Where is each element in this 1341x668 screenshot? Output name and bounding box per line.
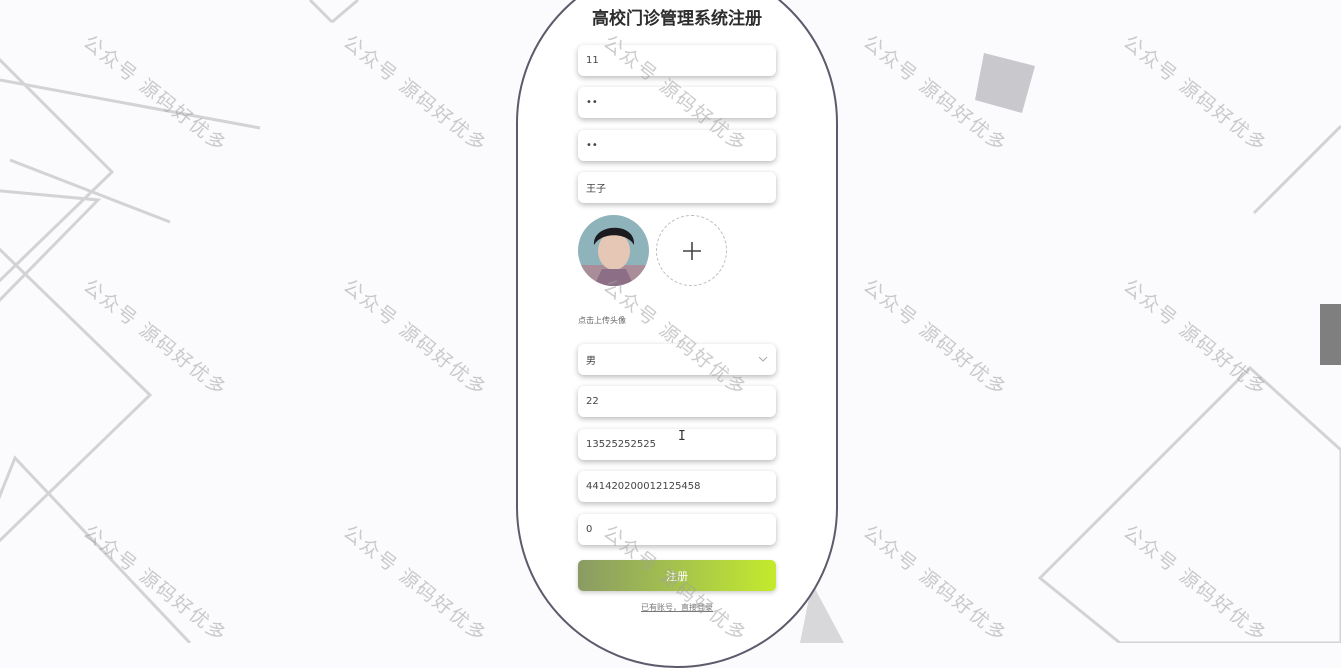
avatar[interactable] xyxy=(578,215,649,286)
name-field[interactable] xyxy=(578,172,776,203)
last-field[interactable] xyxy=(578,514,776,545)
id-card-input[interactable] xyxy=(586,481,768,492)
register-button[interactable]: 注册 xyxy=(578,560,776,591)
phone-field[interactable] xyxy=(578,429,776,460)
confirm-password-input[interactable] xyxy=(586,140,768,151)
password-field[interactable] xyxy=(578,87,776,118)
gender-select[interactable]: 男 xyxy=(578,344,776,375)
avatar-image xyxy=(578,215,649,286)
age-input[interactable] xyxy=(586,396,768,407)
chevron-down-icon xyxy=(758,354,768,365)
upload-hint: 点击上传头像 xyxy=(578,316,626,325)
page-title: 高校门诊管理系统注册 xyxy=(592,9,762,29)
account-field[interactable] xyxy=(578,45,776,76)
last-input[interactable] xyxy=(586,524,768,535)
login-link[interactable]: 已有账号，直接登录 xyxy=(578,602,776,613)
scroll-handle[interactable] xyxy=(1320,304,1341,365)
account-input[interactable] xyxy=(586,55,768,66)
confirm-password-field[interactable] xyxy=(578,130,776,161)
phone-input[interactable] xyxy=(586,439,768,450)
avatar-uploader[interactable] xyxy=(656,215,727,286)
id-card-field[interactable] xyxy=(578,471,776,502)
age-field[interactable] xyxy=(578,386,776,417)
gender-value: 男 xyxy=(586,356,596,367)
name-input[interactable] xyxy=(586,182,768,193)
text-cursor-icon: I xyxy=(678,429,686,444)
password-input[interactable] xyxy=(586,97,768,108)
plus-icon xyxy=(682,241,701,260)
